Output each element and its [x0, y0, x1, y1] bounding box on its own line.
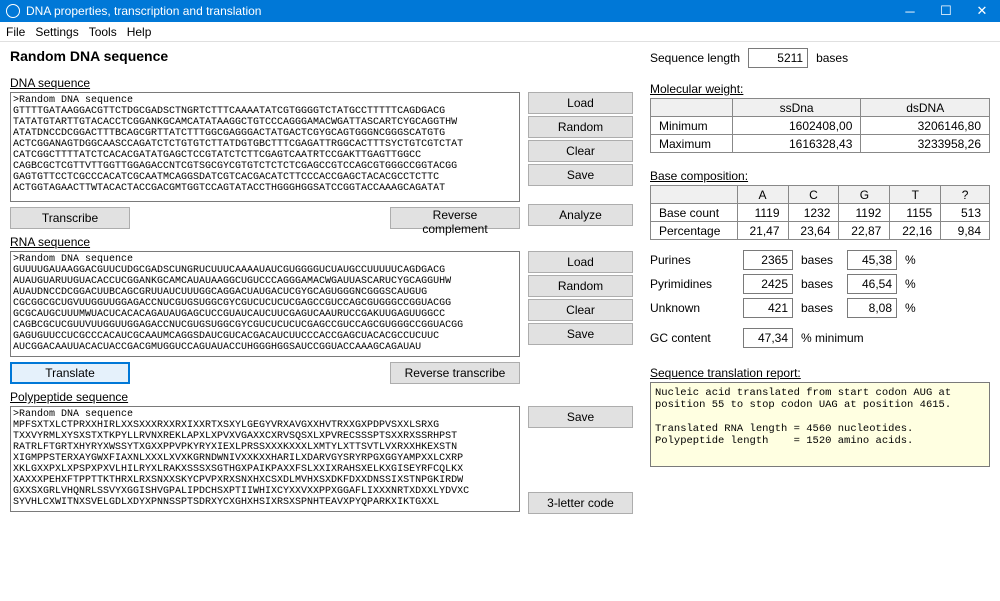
purines-label: Purines — [650, 253, 735, 267]
gc-value[interactable] — [743, 328, 793, 348]
dna-clear-button[interactable]: Clear — [528, 140, 633, 162]
seqlen-input[interactable] — [748, 48, 808, 68]
translate-button[interactable]: Translate — [10, 362, 130, 384]
unknown-pct[interactable] — [847, 298, 897, 318]
report-header: Sequence translation report: — [650, 366, 990, 380]
translation-report[interactable] — [650, 382, 990, 467]
dna-sequence-textarea[interactable] — [10, 92, 520, 202]
rna-clear-button[interactable]: Clear — [528, 299, 633, 321]
rna-random-button[interactable]: Random — [528, 275, 633, 297]
bc-table: ACGT? Base count1119123211921155513 Perc… — [650, 185, 990, 240]
mw-header: Molecular weight: — [650, 82, 990, 96]
poly-header: Polypeptide sequence — [10, 390, 640, 404]
unknown-label: Unknown — [650, 301, 735, 315]
poly-sequence-textarea[interactable] — [10, 406, 520, 512]
reverse-complement-button[interactable]: Reverse complement — [390, 207, 520, 229]
rna-header: RNA sequence — [10, 235, 640, 249]
poly-save-button[interactable]: Save — [528, 406, 633, 428]
menu-settings[interactable]: Settings — [35, 25, 78, 39]
app-icon — [6, 4, 20, 18]
window-title: DNA properties, transcription and transl… — [26, 4, 261, 18]
pyrimidines-pct[interactable] — [847, 274, 897, 294]
unknown-bases[interactable] — [743, 298, 793, 318]
titlebar: DNA properties, transcription and transl… — [0, 0, 1000, 22]
dna-random-button[interactable]: Random — [528, 116, 633, 138]
menubar: File Settings Tools Help — [0, 22, 1000, 42]
mw-table: ssDnadsDNA Minimum1602408,003206146,80 M… — [650, 98, 990, 153]
three-letter-code-button[interactable]: 3-letter code — [528, 492, 633, 514]
rna-load-button[interactable]: Load — [528, 251, 633, 273]
menu-help[interactable]: Help — [127, 25, 152, 39]
menu-tools[interactable]: Tools — [89, 25, 117, 39]
purines-pct[interactable] — [847, 250, 897, 270]
analyze-button[interactable]: Analyze — [528, 204, 633, 226]
close-button[interactable]: ✕ — [964, 0, 1000, 22]
rna-sequence-textarea[interactable] — [10, 251, 520, 357]
purines-bases[interactable] — [743, 250, 793, 270]
main-heading: Random DNA sequence — [10, 48, 640, 64]
rna-save-button[interactable]: Save — [528, 323, 633, 345]
seqlen-unit: bases — [816, 51, 848, 65]
menu-file[interactable]: File — [6, 25, 25, 39]
dna-header: DNA sequence — [10, 76, 640, 90]
reverse-transcribe-button[interactable]: Reverse transcribe — [390, 362, 520, 384]
minimize-button[interactable]: ─ — [892, 0, 928, 22]
pyrimidines-bases[interactable] — [743, 274, 793, 294]
seqlen-label: Sequence length — [650, 51, 740, 65]
maximize-button[interactable]: ☐ — [928, 0, 964, 22]
pyrimidines-label: Pyrimidines — [650, 277, 735, 291]
transcribe-button[interactable]: Transcribe — [10, 207, 130, 229]
dna-save-button[interactable]: Save — [528, 164, 633, 186]
gc-label: GC content — [650, 331, 735, 345]
dna-load-button[interactable]: Load — [528, 92, 633, 114]
bc-header: Base composition: — [650, 169, 990, 183]
